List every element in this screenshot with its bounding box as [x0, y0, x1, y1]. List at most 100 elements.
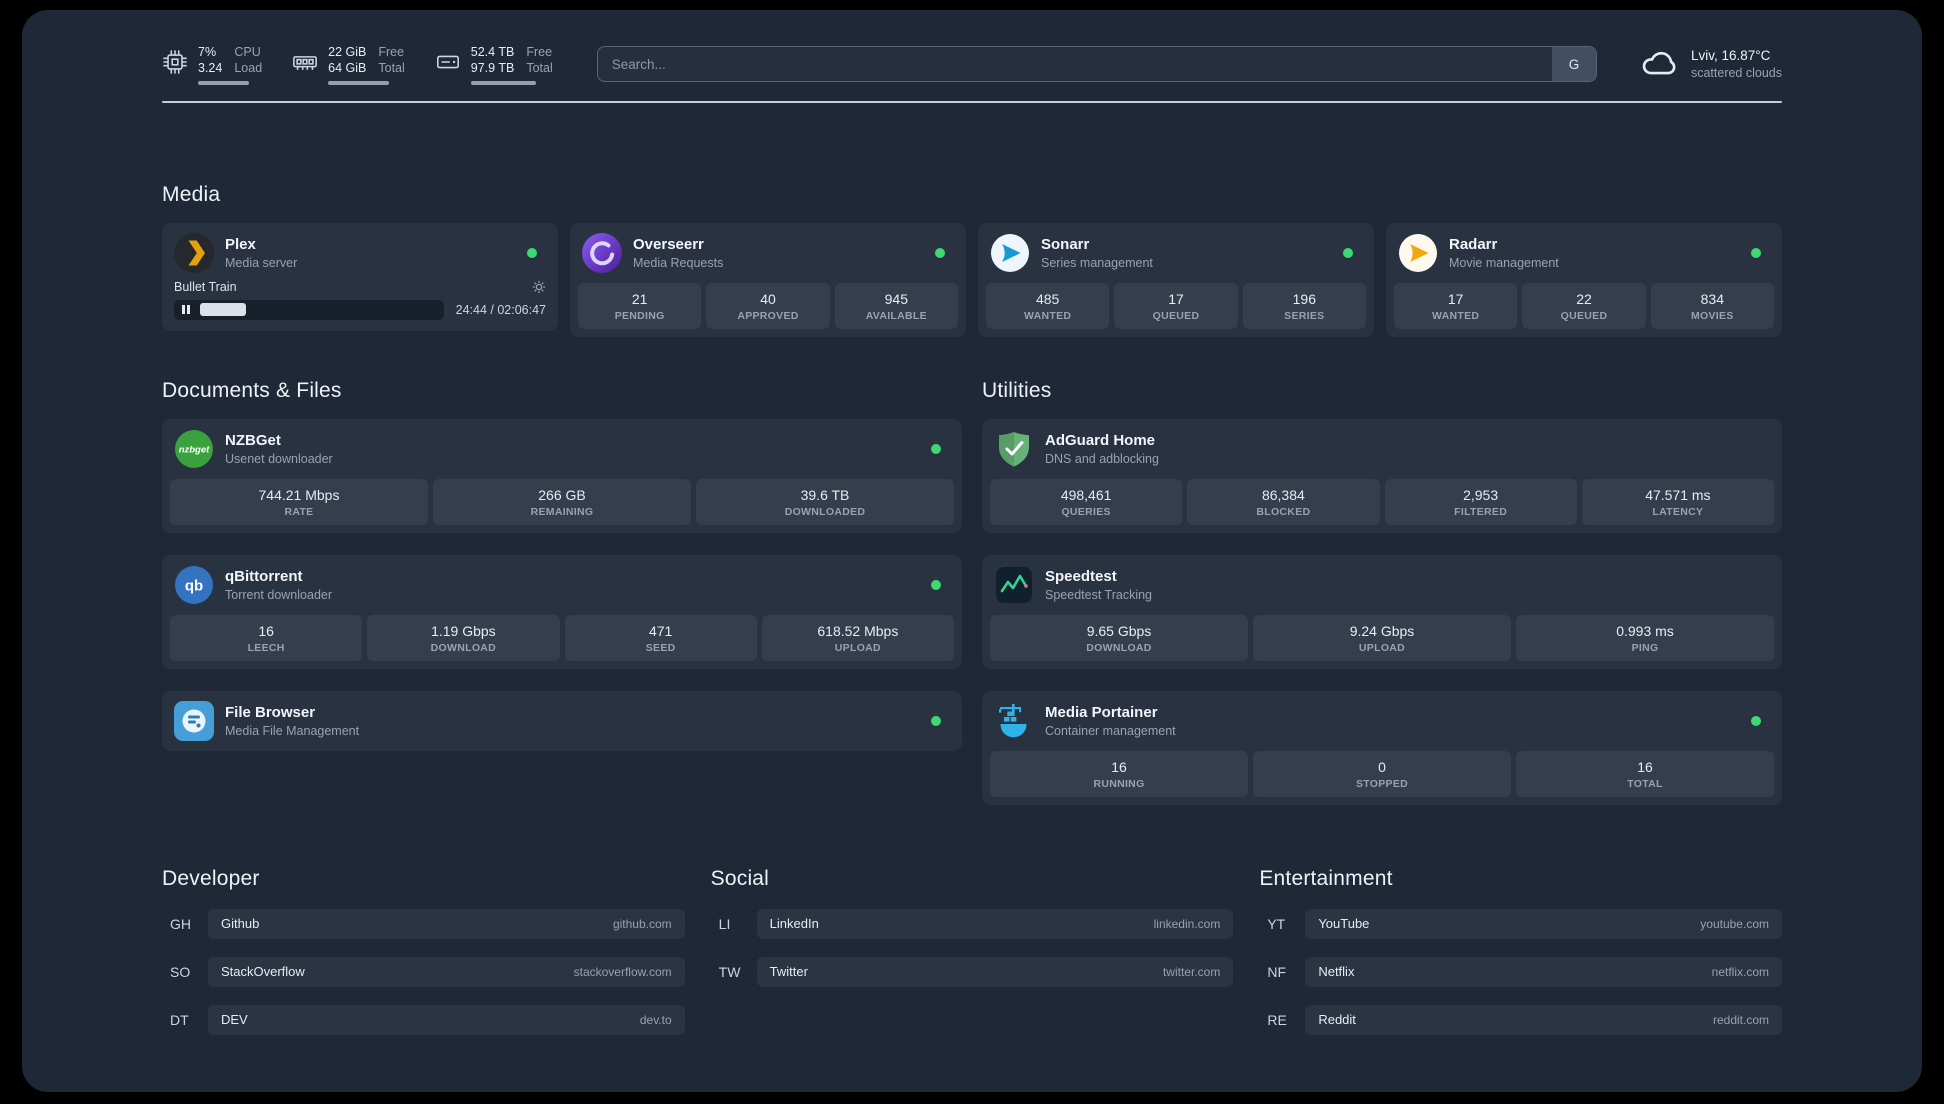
memory-total: 64 GiB	[328, 61, 367, 76]
search-input[interactable]	[596, 46, 1597, 83]
stat-approved: 40 APPROVED	[706, 282, 830, 329]
service-card-sonarr[interactable]: Sonarr Series management 485 WANTED 17 Q…	[978, 222, 1374, 337]
section-documents: Documents & Files nzbget NZBGet Usenet d…	[162, 379, 962, 751]
cloud-icon	[1639, 45, 1679, 83]
playback-time: 24:44 / 02:06:47	[455, 302, 546, 317]
bookmark-github[interactable]: GH Github github.com	[162, 908, 685, 939]
overseerr-icon	[582, 232, 622, 273]
stat-upload: 9.24 Gbps UPLOAD	[1253, 614, 1511, 661]
bookmark-netflix[interactable]: NF Netflix netflix.com	[1259, 956, 1782, 987]
playback-progress-fill	[200, 303, 246, 316]
bookmark-stackoverflow[interactable]: SO StackOverflow stackoverflow.com	[162, 956, 685, 987]
stat-wanted: 17 WANTED	[1394, 282, 1518, 329]
stat-remaining: 266 GB REMAINING	[433, 478, 691, 525]
stat-wanted: 485 WANTED	[986, 282, 1110, 329]
service-card-nzbget[interactable]: nzbget NZBGet Usenet downloader 744.21 M…	[162, 418, 962, 533]
service-card-portainer[interactable]: Media Portainer Container management 16 …	[982, 690, 1782, 805]
gear-icon[interactable]	[532, 280, 546, 294]
bookmark-dev[interactable]: DT DEV dev.to	[162, 1004, 685, 1035]
disk-icon	[435, 49, 461, 80]
disk-total: 97.9 TB	[470, 61, 515, 76]
stat-series: 196 SERIES	[1242, 282, 1366, 329]
plex-now-playing: Bullet Train 24:44 / 02:06:47	[170, 280, 550, 323]
status-dot	[931, 715, 941, 726]
cpu-icon	[162, 49, 188, 80]
search-form: G	[596, 46, 1597, 83]
bookmark-linkedin[interactable]: LI LinkedIn linkedin.com	[711, 908, 1234, 939]
section-utilities: Utilities AdGuard Home DNS and adblockin…	[982, 379, 1782, 805]
memory-icon	[292, 49, 318, 80]
stat-stopped: 0 STOPPED	[1253, 750, 1511, 797]
cpu-widget: 7% 3.24 CPU Load	[162, 44, 262, 85]
status-dot	[935, 247, 945, 258]
section-title-entertainment: Entertainment	[1259, 866, 1393, 890]
now-playing-title: Bullet Train	[174, 279, 237, 294]
memory-label-top: Free	[378, 45, 405, 59]
disk-label-top: Free	[526, 45, 553, 59]
memory-label-bottom: Total	[378, 61, 405, 76]
search-provider-button[interactable]: G	[1551, 47, 1596, 82]
disk-label-bottom: Total	[526, 61, 553, 76]
weather-widget[interactable]: Lviv, 16.87°C scattered clouds	[1639, 45, 1782, 83]
bookmark-reddit[interactable]: RE Reddit reddit.com	[1259, 1004, 1782, 1035]
service-card-overseerr[interactable]: Overseerr Media Requests 21 PENDING 40 A…	[570, 222, 966, 337]
service-card-filebrowser[interactable]: File Browser Media File Management	[162, 690, 962, 751]
top-bar: 7% 3.24 CPU Load 22 GiB 64 GiB Free Tota…	[162, 44, 1782, 85]
stat-pending: 21 PENDING	[578, 282, 702, 329]
cpu-label-top: CPU	[234, 45, 261, 59]
section-title-utilities: Utilities	[982, 378, 1052, 402]
status-dot	[1751, 715, 1761, 726]
memory-widget: 22 GiB 64 GiB Free Total	[292, 44, 405, 85]
stat-upload: 618.52 Mbps UPLOAD	[761, 614, 954, 661]
filebrowser-icon	[174, 700, 214, 741]
playback-progress-bar[interactable]	[174, 299, 444, 320]
bookmark-twitter[interactable]: TW Twitter twitter.com	[711, 956, 1234, 987]
cpu-label-bottom: Load	[234, 61, 263, 76]
service-card-speedtest[interactable]: Speedtest Speedtest Tracking 9.65 Gbps D…	[982, 554, 1782, 669]
memory-usage-bar	[328, 80, 390, 85]
status-dot	[931, 579, 941, 590]
service-card-qbittorrent[interactable]: qb qBittorrent Torrent downloader 16 LEE…	[162, 554, 962, 669]
qbittorrent-icon: qb	[174, 565, 214, 605]
cpu-percent: 7%	[198, 45, 217, 59]
stat-queued: 17 QUEUED	[1114, 282, 1238, 329]
topbar-divider	[162, 100, 1782, 103]
dashboard-screen: 7% 3.24 CPU Load 22 GiB 64 GiB Free Tota…	[22, 10, 1922, 1092]
stat-queued: 22 QUEUED	[1522, 282, 1646, 329]
stat-latency: 47.571 ms LATENCY	[1581, 478, 1774, 525]
resource-widgets: 7% 3.24 CPU Load 22 GiB 64 GiB Free Tota…	[162, 44, 553, 85]
bookmark-group-entertainment: Entertainment YT YouTube youtube.com NF …	[1259, 867, 1782, 1035]
stat-download: 9.65 Gbps DOWNLOAD	[990, 614, 1248, 661]
weather-condition: scattered clouds	[1690, 65, 1782, 80]
pause-icon[interactable]	[182, 305, 190, 314]
stat-available: 945 AVAILABLE	[834, 282, 958, 329]
bookmark-youtube[interactable]: YT YouTube youtube.com	[1259, 908, 1782, 939]
stat-downloaded: 39.6 TB DOWNLOADED	[696, 478, 954, 525]
cpu-usage-bar	[198, 80, 250, 85]
stat-running: 16 RUNNING	[990, 750, 1248, 797]
weather-location: Lviv, 16.87°C	[1690, 47, 1771, 63]
service-card-plex[interactable]: Plex Media server Bullet Train 24:44 / 0…	[162, 222, 558, 331]
section-title-developer: Developer	[162, 866, 260, 890]
bookmark-group-social: Social LI LinkedIn linkedin.com TW Twitt…	[711, 867, 1234, 1035]
service-card-radarr[interactable]: Radarr Movie management 17 WANTED 22 QUE…	[1386, 222, 1782, 337]
stat-seed: 471 SEED	[564, 614, 757, 661]
section-title-social: Social	[710, 866, 770, 890]
radarr-icon	[1398, 233, 1438, 273]
memory-free: 22 GiB	[328, 45, 367, 59]
svg-text:qb: qb	[185, 577, 203, 594]
section-title-media: Media	[162, 182, 221, 206]
stat-download: 1.19 Gbps DOWNLOAD	[367, 614, 560, 661]
stat-rate: 744.21 Mbps RATE	[170, 478, 428, 525]
plex-icon	[174, 232, 214, 273]
svg-text:nzbget: nzbget	[179, 444, 210, 455]
section-title-documents: Documents & Files	[162, 378, 342, 402]
status-dot	[931, 443, 941, 454]
sonarr-icon	[990, 233, 1030, 273]
stat-queries: 498,461 QUERIES	[990, 478, 1183, 525]
service-card-adguard[interactable]: AdGuard Home DNS and adblocking 498,461 …	[982, 418, 1782, 533]
stat-leech: 16 LEECH	[170, 614, 363, 661]
adguard-icon	[994, 429, 1034, 469]
speedtest-icon	[994, 565, 1034, 605]
status-dot	[1751, 247, 1761, 258]
